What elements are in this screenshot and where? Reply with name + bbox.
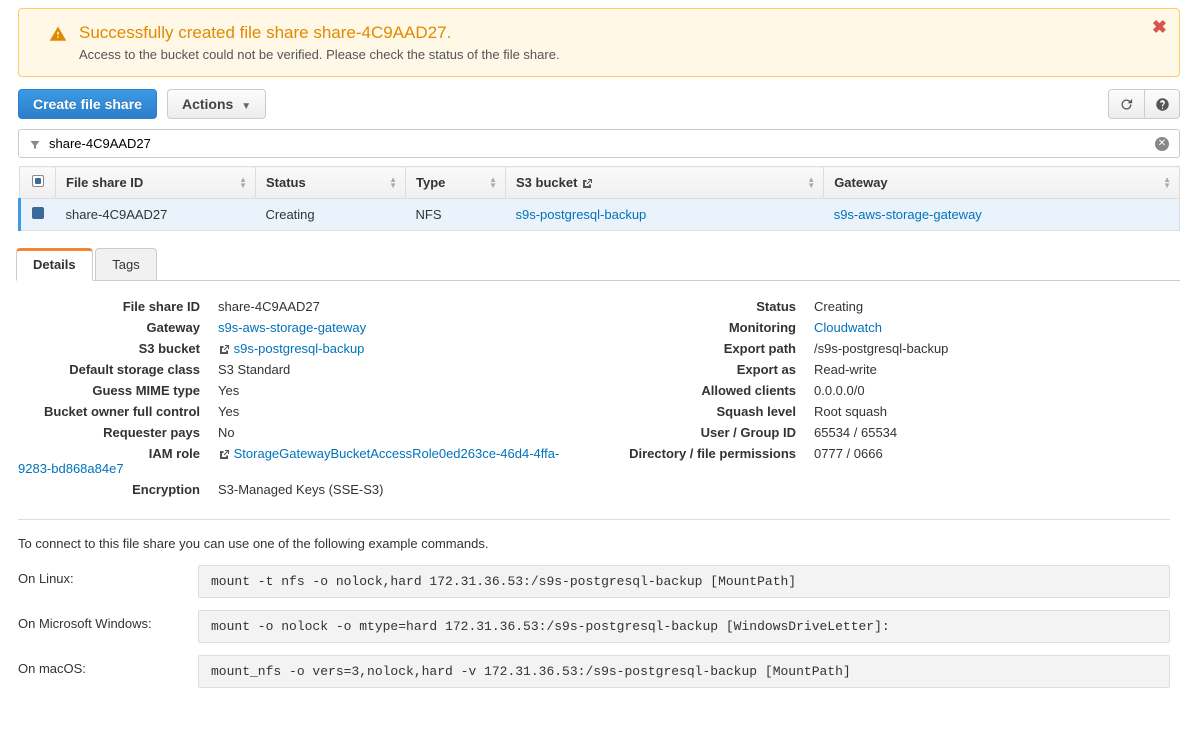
label-gateway: Gateway	[18, 320, 218, 335]
value-status: Creating	[814, 299, 1170, 314]
details-panel: File share IDshare-4C9AAD27 Gateways9s-a…	[8, 281, 1180, 710]
toolbar: Create file share Actions ▼	[18, 89, 1180, 119]
label-storage-class: Default storage class	[18, 362, 218, 377]
external-link-icon	[218, 449, 230, 461]
clear-filter-icon[interactable]: ✕	[1155, 137, 1169, 151]
value-export-as: Read-write	[814, 362, 1170, 377]
value-user-group-id: 65534 / 65534	[814, 425, 1170, 440]
sort-icon: ▲▼	[1163, 177, 1171, 189]
alert-title: Successfully created file share share-4C…	[79, 23, 1139, 43]
filter-icon	[29, 136, 41, 151]
value-monitoring-link[interactable]: Cloudwatch	[814, 320, 882, 335]
select-all-header[interactable]	[20, 167, 56, 199]
cell-type: NFS	[406, 199, 506, 231]
col-file-share-id[interactable]: File share ID▲▼	[56, 167, 256, 199]
cell-gateway-link[interactable]: s9s-aws-storage-gateway	[834, 207, 982, 222]
label-s3-bucket: S3 bucket	[18, 341, 218, 356]
label-export-path: Export path	[614, 341, 814, 356]
label-allowed-clients: Allowed clients	[614, 383, 814, 398]
row-checkbox[interactable]	[32, 207, 44, 219]
tab-tags[interactable]: Tags	[95, 248, 156, 280]
label-export-as: Export as	[614, 362, 814, 377]
label-bucket-owner: Bucket owner full control	[18, 404, 218, 419]
filter-bar: ✕	[18, 129, 1180, 158]
value-guess-mime: Yes	[218, 383, 574, 398]
value-export-path: /s9s-postgresql-backup	[814, 341, 1170, 356]
checkbox-icon	[32, 175, 44, 187]
table-row[interactable]: share-4C9AAD27 Creating NFS s9s-postgres…	[20, 199, 1180, 231]
alert-text: Access to the bucket could not be verifi…	[79, 47, 1139, 62]
label-encryption: Encryption	[18, 482, 218, 497]
label-requester-pays: Requester pays	[18, 425, 218, 440]
sort-icon: ▲▼	[239, 177, 247, 189]
col-type[interactable]: Type▲▼	[406, 167, 506, 199]
windows-command[interactable]: mount -o nolock -o mtype=hard 172.31.36.…	[198, 610, 1170, 643]
divider	[18, 519, 1170, 520]
value-encryption: S3-Managed Keys (SSE-S3)	[218, 482, 574, 497]
cell-file-share-id: share-4C9AAD27	[56, 199, 256, 231]
label-squash-level: Squash level	[614, 404, 814, 419]
tab-details[interactable]: Details	[16, 248, 93, 281]
sort-icon: ▲▼	[807, 177, 815, 189]
tabs: Details Tags	[16, 247, 1180, 281]
macos-command[interactable]: mount_nfs -o vers=3,nolock,hard -v 172.3…	[198, 655, 1170, 688]
label-status: Status	[614, 299, 814, 314]
value-storage-class: S3 Standard	[218, 362, 574, 377]
value-bucket-owner: Yes	[218, 404, 574, 419]
file-shares-table: File share ID▲▼ Status▲▼ Type▲▼ S3 bucke…	[18, 166, 1180, 231]
value-gateway-link[interactable]: s9s-aws-storage-gateway	[218, 320, 366, 335]
help-icon	[1155, 97, 1170, 112]
external-link-icon	[218, 344, 230, 356]
cell-status: Creating	[256, 199, 406, 231]
windows-label: On Microsoft Windows:	[18, 610, 198, 631]
value-s3-bucket-link[interactable]: s9s-postgresql-backup	[234, 341, 365, 356]
col-gateway[interactable]: Gateway▲▼	[824, 167, 1180, 199]
value-dir-file-perm: 0777 / 0666	[814, 446, 1170, 461]
label-user-group-id: User / Group ID	[614, 425, 814, 440]
filter-input[interactable]	[49, 136, 1155, 151]
col-status[interactable]: Status▲▼	[256, 167, 406, 199]
label-monitoring: Monitoring	[614, 320, 814, 335]
actions-label: Actions	[182, 96, 233, 112]
label-dir-file-perm: Directory / file permissions	[614, 446, 814, 461]
label-guess-mime: Guess MIME type	[18, 383, 218, 398]
sort-icon: ▲▼	[489, 177, 497, 189]
success-alert: ✖ Successfully created file share share-…	[18, 8, 1180, 77]
label-file-share-id: File share ID	[18, 299, 218, 314]
value-squash-level: Root squash	[814, 404, 1170, 419]
close-alert-icon[interactable]: ✖	[1152, 17, 1167, 38]
macos-label: On macOS:	[18, 655, 198, 676]
refresh-icon	[1119, 97, 1134, 112]
cell-bucket-link[interactable]: s9s-postgresql-backup	[516, 207, 647, 222]
value-allowed-clients: 0.0.0.0/0	[814, 383, 1170, 398]
external-link-icon	[581, 178, 593, 190]
connect-intro: To connect to this file share you can us…	[18, 536, 1170, 551]
chevron-down-icon: ▼	[241, 101, 251, 112]
value-requester-pays: No	[218, 425, 574, 440]
warning-icon	[49, 23, 67, 44]
refresh-button[interactable]	[1108, 89, 1144, 119]
actions-dropdown-button[interactable]: Actions ▼	[167, 89, 266, 119]
sort-icon: ▲▼	[389, 177, 397, 189]
col-s3-bucket[interactable]: S3 bucket ▲▼	[506, 167, 824, 199]
linux-label: On Linux:	[18, 565, 198, 586]
label-iam-role: IAM role	[18, 446, 218, 461]
value-file-share-id: share-4C9AAD27	[218, 299, 574, 314]
help-button[interactable]	[1144, 89, 1180, 119]
create-file-share-button[interactable]: Create file share	[18, 89, 157, 119]
linux-command[interactable]: mount -t nfs -o nolock,hard 172.31.36.53…	[198, 565, 1170, 598]
